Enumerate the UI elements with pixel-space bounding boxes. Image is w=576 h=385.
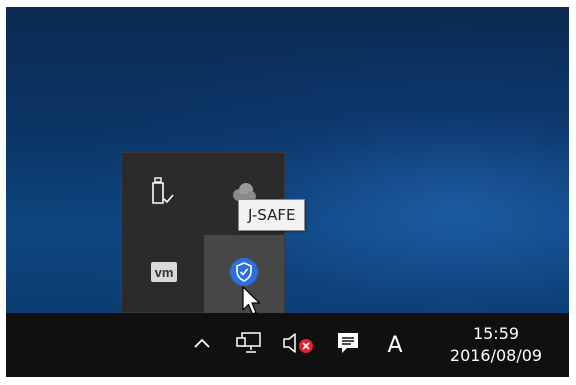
tray-item-vmware-tools[interactable]: vm (124, 235, 204, 313)
vmware-tools-icon: vm (151, 261, 177, 287)
safely-remove-hardware-icon (151, 176, 177, 212)
clock-date: 2016/08/09 (449, 346, 543, 365)
tray-item-safely-remove-hardware[interactable] (124, 155, 204, 233)
network-icon (236, 331, 262, 360)
action-center-icon (336, 331, 360, 360)
show-hidden-icons-button[interactable] (187, 313, 217, 377)
taskbar: A 15:59 2016/08/09 (6, 313, 569, 377)
volume-muted-icon (281, 330, 317, 361)
clock-time: 15:59 (472, 324, 520, 343)
network-status-button[interactable] (232, 313, 266, 377)
desktop-background[interactable] (6, 7, 569, 313)
chevron-up-icon (193, 336, 211, 354)
input-method-button[interactable]: A (378, 313, 412, 377)
screen: vm J-SAFE A 15:59 2016/08/09 (6, 7, 569, 377)
ime-mode-label: A (387, 332, 403, 358)
mouse-cursor-icon (242, 286, 262, 320)
action-center-button[interactable] (331, 313, 365, 377)
taskbar-clock[interactable]: 15:59 2016/08/09 (432, 313, 560, 377)
volume-button[interactable] (277, 313, 321, 377)
tray-tooltip: J-SAFE (238, 199, 306, 231)
vmware-logo-label: vm (155, 265, 174, 280)
